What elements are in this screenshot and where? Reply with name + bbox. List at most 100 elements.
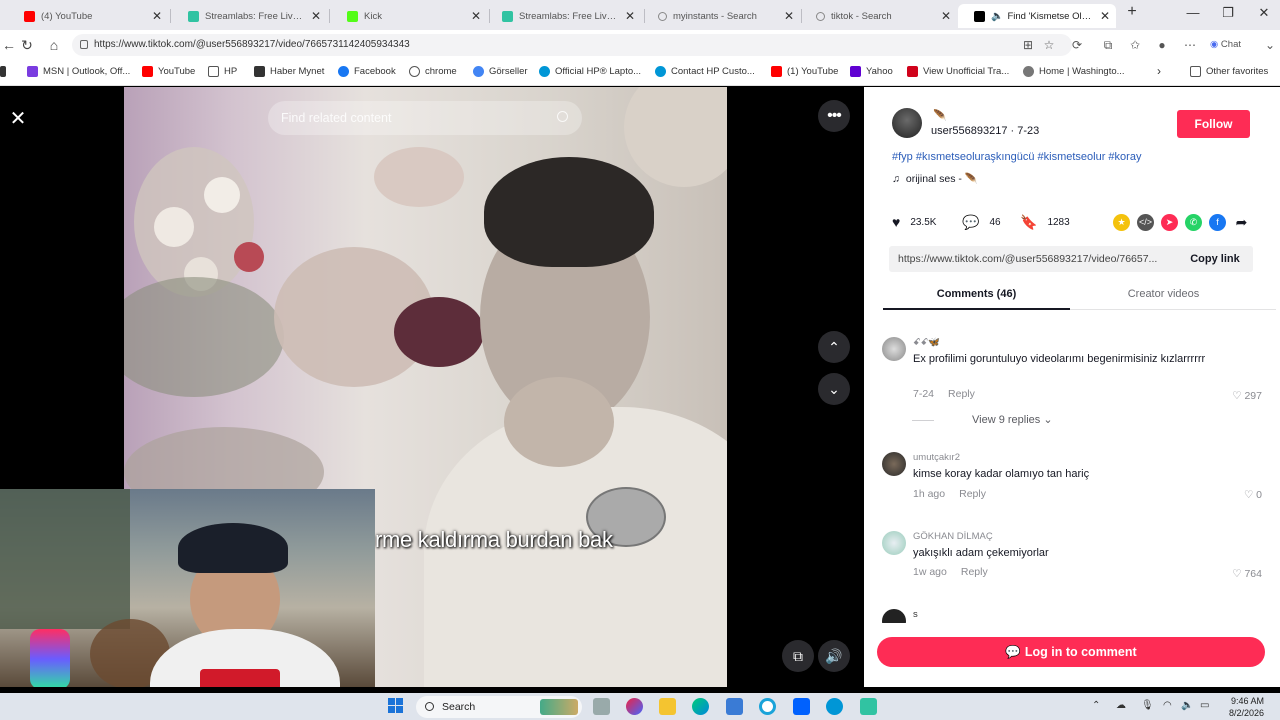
- tab-creator-videos[interactable]: Creator videos: [1070, 288, 1257, 300]
- login-to-comment-button[interactable]: 💬 Log in to comment: [877, 637, 1265, 667]
- chevron-right-icon[interactable]: ›: [1157, 64, 1161, 78]
- cortana-icon[interactable]: [759, 698, 776, 715]
- comment-author[interactable]: umutçakır2: [913, 452, 960, 463]
- avatar[interactable]: [882, 609, 906, 623]
- wifi-icon[interactable]: ◠: [1163, 700, 1172, 711]
- like-count[interactable]: ♥ 23.5K: [892, 214, 936, 230]
- bookmark-youtube-1[interactable]: (1) YouTube: [771, 66, 838, 77]
- author-nickname[interactable]: 🪶: [933, 109, 947, 122]
- close-tab-icon[interactable]: ✕: [152, 9, 162, 23]
- avatar[interactable]: [882, 531, 906, 555]
- bookmark-chrome[interactable]: chrome: [409, 66, 457, 77]
- profile-icon[interactable]: ●: [1154, 38, 1170, 52]
- comment-author[interactable]: GÖKHAN DİLMAÇ: [913, 531, 993, 542]
- refresh-icon[interactable]: ↻: [18, 37, 36, 54]
- bookmark-gorseller[interactable]: Görseller: [473, 66, 528, 77]
- taskbar-search-input[interactable]: Search: [416, 696, 582, 718]
- follow-button[interactable]: Follow: [1177, 110, 1250, 138]
- related-content-search-input[interactable]: Find related content: [268, 101, 582, 135]
- bookmark-other-favorites[interactable]: Other favorites: [1190, 66, 1268, 77]
- edge-icon[interactable]: [692, 698, 709, 715]
- bookmark-contact-hp[interactable]: Contact HP Custo...: [655, 66, 755, 77]
- bookmark-official-hp[interactable]: Official HP® Lapto...: [539, 66, 641, 77]
- maximize-icon[interactable]: ❐: [1218, 5, 1238, 21]
- tab-kick[interactable]: Kick ✕: [331, 4, 487, 28]
- copilot-icon[interactable]: [626, 698, 643, 715]
- tab-tiktok-search[interactable]: tiktok - Search ✕: [800, 4, 957, 28]
- hp-icon[interactable]: [826, 698, 843, 715]
- bookmark-facebook[interactable]: Facebook: [338, 66, 396, 77]
- volume-button[interactable]: 🔊: [818, 640, 850, 672]
- coin-share-icon[interactable]: ★: [1113, 214, 1130, 231]
- avatar[interactable]: [882, 452, 906, 476]
- extensions-icon[interactable]: ⟳: [1069, 38, 1085, 52]
- close-tab-icon[interactable]: ✕: [784, 9, 794, 23]
- whatsapp-icon[interactable]: ✆: [1185, 214, 1202, 231]
- close-tab-icon[interactable]: ✕: [941, 9, 951, 23]
- reply-button[interactable]: Reply: [959, 488, 986, 500]
- onedrive-icon[interactable]: ☁: [1116, 700, 1126, 711]
- close-window-icon[interactable]: ✕: [1254, 5, 1274, 21]
- bookmark-haber-mynet[interactable]: Haber Mynet: [254, 66, 324, 77]
- send-friends-icon[interactable]: ➤: [1161, 214, 1178, 231]
- minimize-icon[interactable]: —: [1183, 5, 1203, 20]
- system-clock[interactable]: 9:46 AM 8/2/2026: [1224, 695, 1264, 719]
- comment-count[interactable]: 💬 46: [962, 214, 1001, 231]
- reply-button[interactable]: Reply: [948, 388, 975, 400]
- more-options-button[interactable]: •••: [818, 100, 850, 132]
- close-tab-icon[interactable]: ✕: [471, 9, 481, 23]
- bookmark-yahoo[interactable]: Yahoo: [850, 66, 893, 77]
- hashtags[interactable]: #fyp #kısmetseoluraşkıngücü #kismetseolu…: [892, 151, 1141, 163]
- dropbox-icon[interactable]: [793, 698, 810, 715]
- new-tab-icon[interactable]: +: [1122, 3, 1142, 21]
- home-icon[interactable]: ⌂: [45, 37, 63, 53]
- more-menu-icon[interactable]: ⋯: [1182, 38, 1198, 52]
- bookmark-youtube[interactable]: YouTube: [142, 66, 195, 77]
- next-video-button[interactable]: ⌄: [818, 373, 850, 405]
- share-arrow-icon[interactable]: ➦: [1233, 214, 1250, 231]
- tab-tiktok-active[interactable]: 🔈 Find 'Kismetse Olur kon ✕: [958, 4, 1116, 28]
- tab-myinstants-search[interactable]: myinstants - Search ✕: [642, 4, 800, 28]
- tab-streamlabs[interactable]: Streamlabs: Free Live Streami ✕: [172, 4, 327, 28]
- favorite-star-icon[interactable]: ☆: [1041, 38, 1057, 52]
- chevron-up-icon[interactable]: ⌃: [1092, 700, 1100, 711]
- close-tab-icon[interactable]: ✕: [311, 9, 321, 23]
- chevron-down-icon[interactable]: ⌄: [1262, 38, 1278, 52]
- split-screen-icon[interactable]: ⧉: [1100, 38, 1116, 53]
- save-count[interactable]: 🔖 1283: [1020, 214, 1070, 231]
- pip-button[interactable]: ⧉: [782, 640, 814, 672]
- avatar[interactable]: [882, 337, 906, 361]
- app-available-icon[interactable]: ⊞: [1020, 38, 1036, 52]
- tab-comments[interactable]: Comments (46): [883, 288, 1070, 300]
- battery-icon[interactable]: ▭: [1200, 700, 1209, 711]
- comment-like[interactable]: ♡ 297: [1232, 390, 1262, 402]
- tab-streamlabs-2[interactable]: Streamlabs: Free Live Streami ✕: [486, 4, 641, 28]
- file-explorer-icon[interactable]: [659, 698, 676, 715]
- bookmark-hp-folder[interactable]: HP: [208, 66, 237, 77]
- close-tab-icon[interactable]: ✕: [1100, 9, 1110, 23]
- embed-icon[interactable]: </>: [1137, 214, 1154, 231]
- comment-author[interactable]: s: [913, 609, 918, 620]
- close-video-button[interactable]: ✕: [6, 107, 30, 131]
- streamlabs-icon[interactable]: [860, 698, 877, 715]
- author-username-date[interactable]: user556893217 · 7-23: [931, 125, 1039, 137]
- bookmark-unofficial[interactable]: View Unofficial Tra...: [907, 66, 1009, 77]
- author-avatar[interactable]: [892, 108, 922, 138]
- copy-link-button[interactable]: Copy link: [1177, 246, 1253, 272]
- volume-icon[interactable]: 🔈: [1181, 700, 1193, 711]
- task-view-icon[interactable]: [593, 698, 610, 715]
- copilot-chat-button[interactable]: ◉ Chat: [1210, 39, 1260, 50]
- previous-video-button[interactable]: ⌃: [818, 331, 850, 363]
- url-input[interactable]: https://www.tiktok.com/@user556893217/vi…: [72, 34, 1072, 56]
- windows-start-icon[interactable]: [388, 698, 404, 714]
- share-link-field[interactable]: https://www.tiktok.com/@user556893217/vi…: [889, 246, 1253, 272]
- bookmark-apps[interactable]: [0, 66, 11, 77]
- reply-button[interactable]: Reply: [961, 566, 988, 578]
- tab-youtube[interactable]: (4) YouTube ✕: [8, 4, 168, 28]
- comment-author[interactable]: ꗃꗃ🦋: [913, 337, 940, 348]
- favorites-icon[interactable]: ✩: [1127, 38, 1143, 52]
- comment-like[interactable]: ♡ 0: [1244, 489, 1262, 501]
- music-info[interactable]: ♫ orijinal ses - 🪶: [892, 172, 978, 185]
- facebook-icon[interactable]: f: [1209, 214, 1226, 231]
- bookmark-washington[interactable]: Home | Washingto...: [1023, 66, 1125, 77]
